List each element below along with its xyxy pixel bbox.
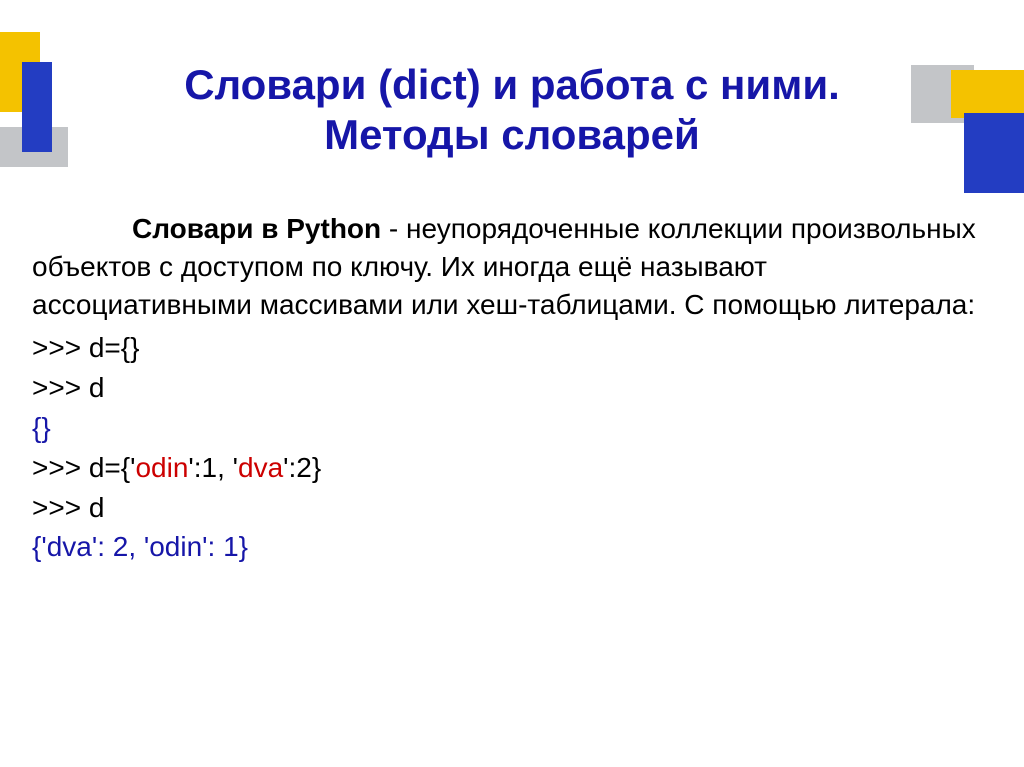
code-line-5: >>> d (32, 489, 992, 527)
literal-odin: odin (135, 452, 188, 483)
code-line-2: >>> d (32, 369, 992, 407)
title-line-2: Методы словарей (324, 111, 700, 158)
code-line-6: {'dva': 2, 'odin': 1} (32, 528, 992, 566)
intro-paragraph: Словари в Python - неупорядоченные колле… (32, 210, 992, 323)
code-line-4: >>> d={'odin':1, 'dva':2} (32, 449, 992, 487)
paragraph-bold-lead: Словари в Python (132, 213, 381, 244)
literal-dva: dva (238, 452, 283, 483)
code-line-1: >>> d={} (32, 329, 992, 367)
slide-title: Словари (dict) и работа с ними. Методы с… (0, 60, 1024, 161)
title-line-1: Словари (dict) и работа с ними. (184, 61, 840, 108)
code-line-3: {} (32, 409, 992, 447)
slide-content: Словари в Python - неупорядоченные колле… (32, 210, 992, 566)
